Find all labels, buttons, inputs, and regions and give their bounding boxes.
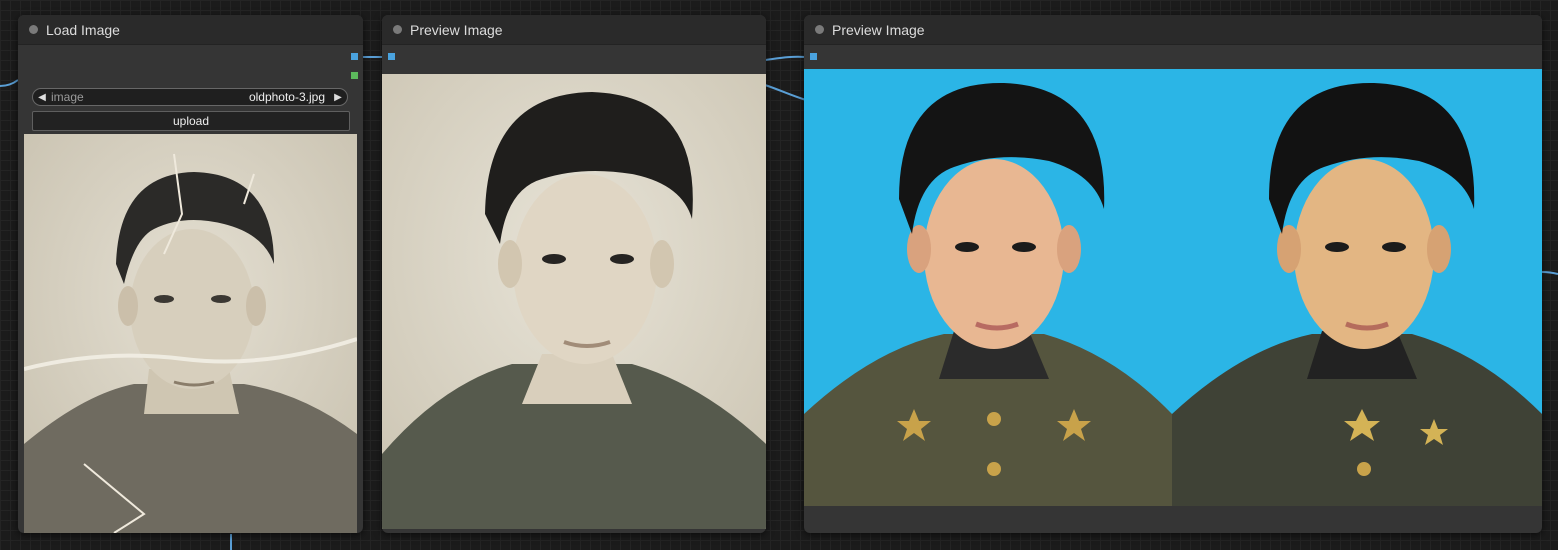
old-photo-image <box>24 134 357 533</box>
collapse-dot-icon[interactable] <box>393 25 402 34</box>
collapse-dot-icon[interactable] <box>815 25 824 34</box>
preview-image-title: Preview Image <box>410 21 503 38</box>
load-image-title: Load Image <box>46 21 120 38</box>
image-output-slot[interactable] <box>351 53 358 60</box>
image-widget-label: image <box>51 90 84 104</box>
upload-button[interactable]: upload <box>32 111 350 131</box>
node-title-bar[interactable]: Preview Image <box>382 15 766 45</box>
colorized-photo-image-1 <box>804 69 1172 506</box>
image-combo-widget[interactable]: ◀ image oldphoto-3.jpg ▶ <box>32 88 348 106</box>
node-title-bar[interactable]: Preview Image <box>804 15 1542 45</box>
mask-output-slot[interactable] <box>351 72 358 79</box>
colorized-photo-image-2 <box>1172 69 1542 506</box>
preview-image-node-2[interactable]: Preview Image <box>804 15 1542 533</box>
node-title-bar[interactable]: Load Image <box>18 15 363 45</box>
preview-image-title: Preview Image <box>832 21 925 38</box>
preview-image-node-1[interactable]: Preview Image <box>382 15 766 533</box>
load-image-node[interactable]: Load Image ◀ image oldphoto-3.jpg ▶ uplo… <box>18 15 363 533</box>
images-input-slot[interactable] <box>388 53 395 60</box>
image-widget-value[interactable]: oldphoto-3.jpg <box>249 90 329 104</box>
images-input-slot[interactable] <box>810 53 817 60</box>
restored-photo-image <box>382 74 766 529</box>
prev-image-arrow-icon[interactable]: ◀ <box>33 92 51 103</box>
next-image-arrow-icon[interactable]: ▶ <box>329 92 347 103</box>
collapse-dot-icon[interactable] <box>29 25 38 34</box>
